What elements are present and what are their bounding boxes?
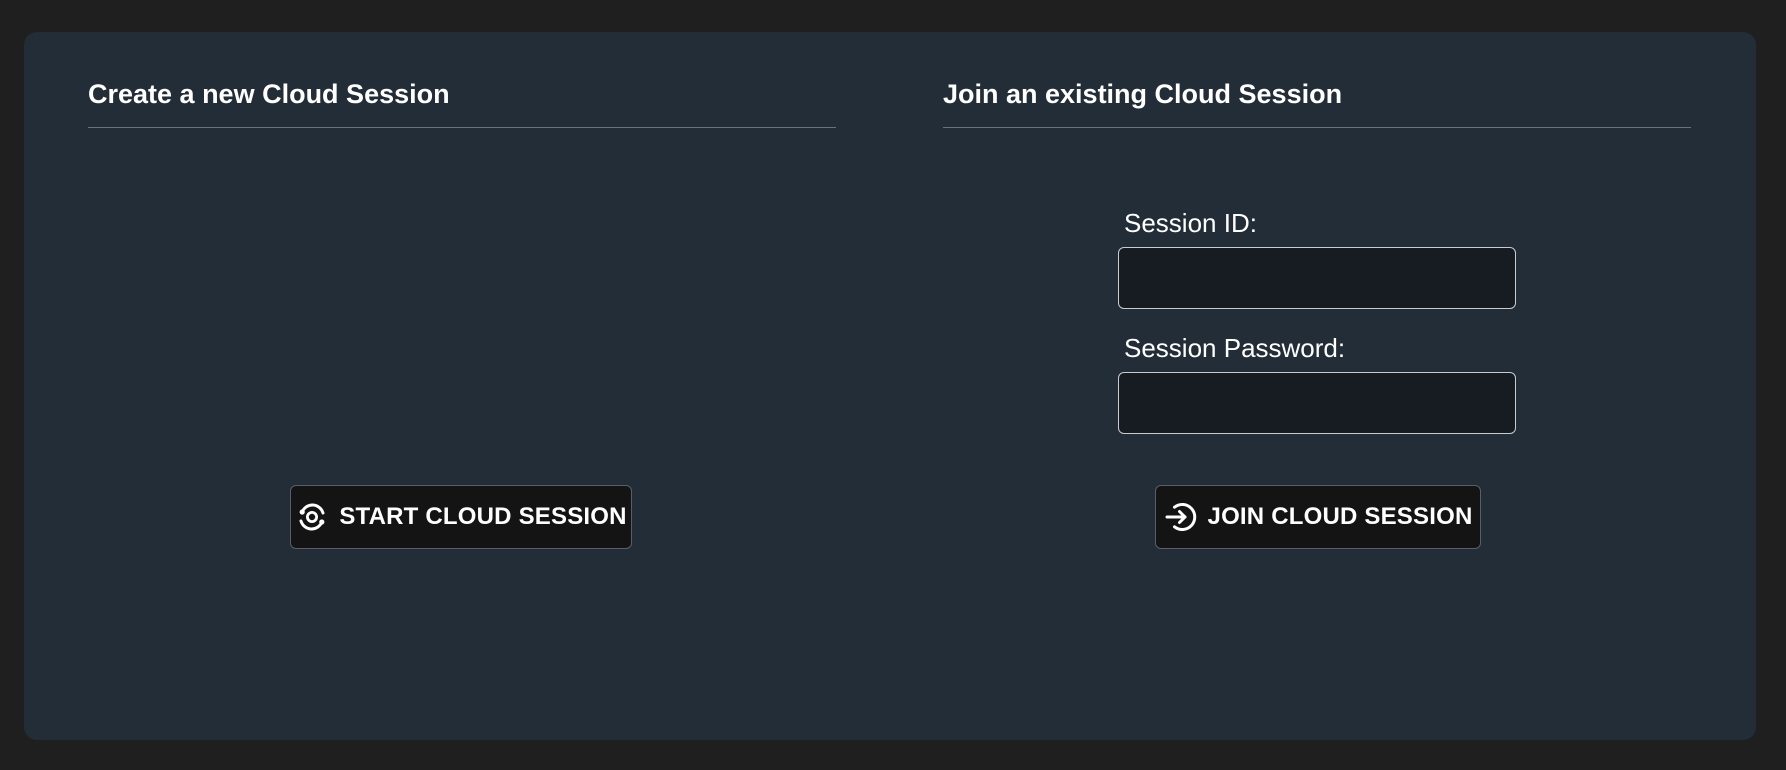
create-session-title: Create a new Cloud Session [88, 79, 450, 109]
session-password-input[interactable] [1118, 372, 1516, 434]
create-section-divider [88, 127, 836, 128]
session-password-label: Session Password: [1124, 333, 1346, 363]
join-cloud-session-button[interactable]: JOIN CLOUD SESSION [1155, 485, 1481, 549]
join-cloud-session-label: JOIN CLOUD SESSION [1207, 503, 1473, 530]
sign-in-arrow-icon [1164, 500, 1198, 534]
start-cloud-session-button[interactable]: START CLOUD SESSION [290, 485, 632, 549]
start-cloud-session-label: START CLOUD SESSION [339, 503, 627, 530]
session-id-label: Session ID: [1124, 208, 1257, 238]
join-session-title: Join an existing Cloud Session [943, 79, 1343, 109]
join-section-divider [943, 127, 1691, 128]
cloud-sync-icon [295, 500, 329, 534]
session-id-input[interactable] [1118, 247, 1516, 309]
cloud-session-panel: Create a new Cloud Session START CLOUD S… [24, 32, 1756, 740]
